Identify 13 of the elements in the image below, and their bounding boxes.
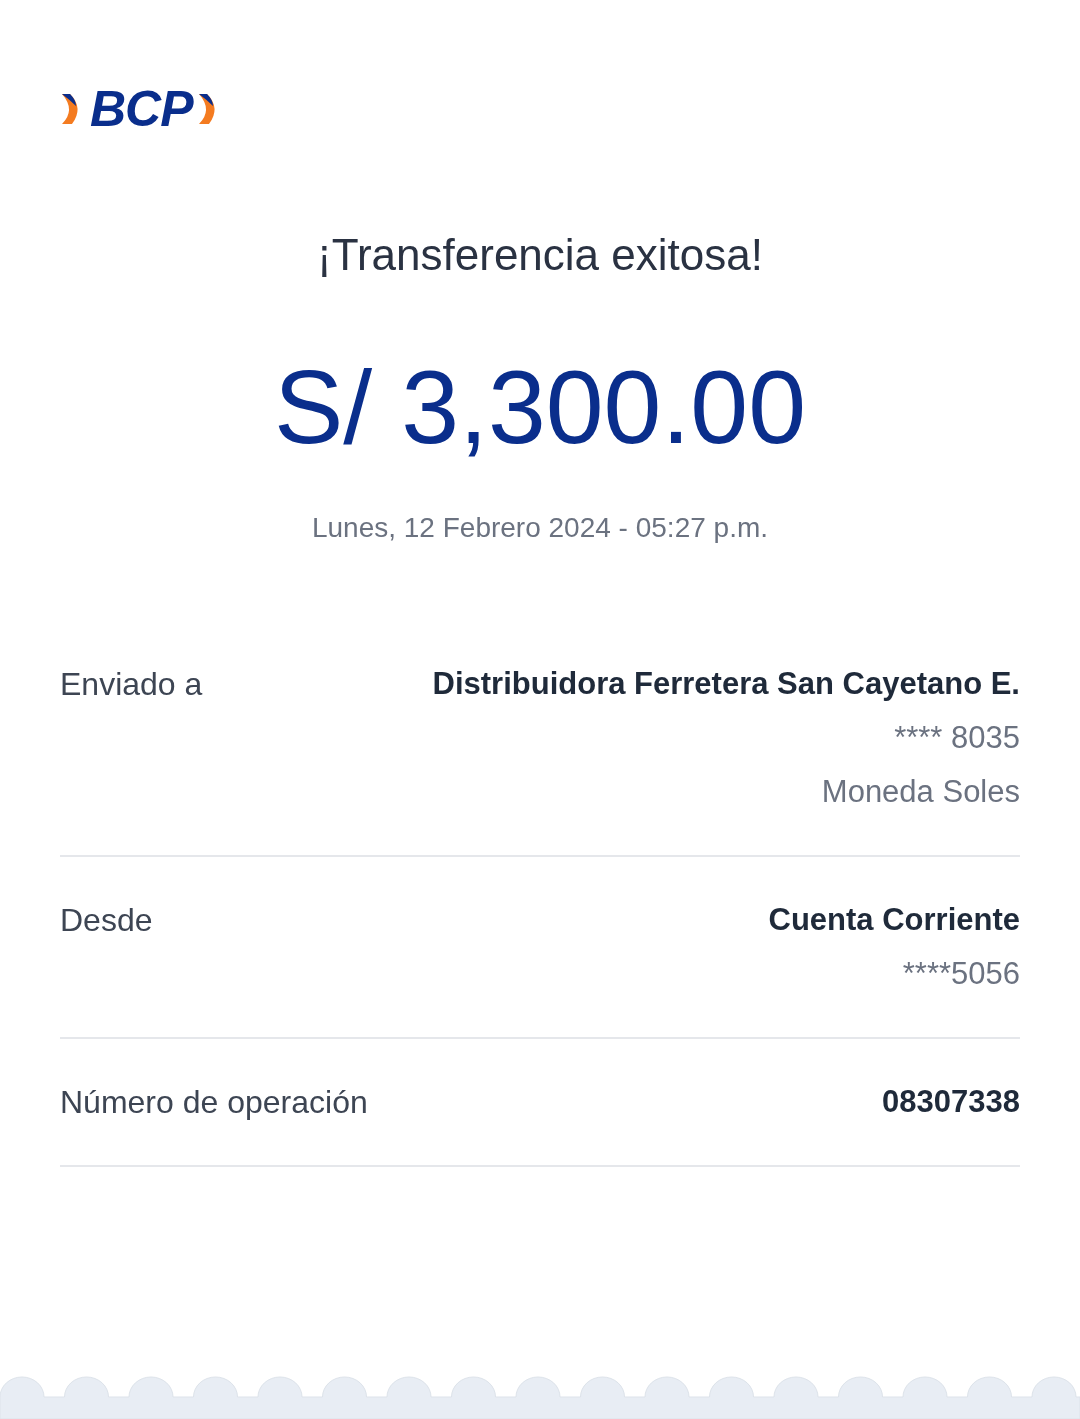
amount: S/ 3,300.00	[274, 348, 806, 467]
row-label: Desde	[60, 901, 153, 940]
row-value: Distribuidora Ferretera San Cayetano E.	[432, 665, 1020, 703]
title: ¡Transferencia exitosa!	[317, 229, 763, 281]
logo-text: BCP	[90, 84, 193, 134]
row-detail: Moneda Soles	[821, 773, 1020, 811]
row-value: Cuenta Corriente	[768, 901, 1020, 939]
row-label: Enviado a	[60, 665, 203, 704]
row-value: 08307338	[882, 1083, 1020, 1121]
row-label: Número de operación	[60, 1083, 368, 1122]
date-time: Lunes, 12 Febrero 2024 - 05:27 p.m.	[311, 511, 769, 545]
row-detail: ****5056	[902, 955, 1020, 993]
row-detail: **** 8035	[894, 719, 1020, 757]
